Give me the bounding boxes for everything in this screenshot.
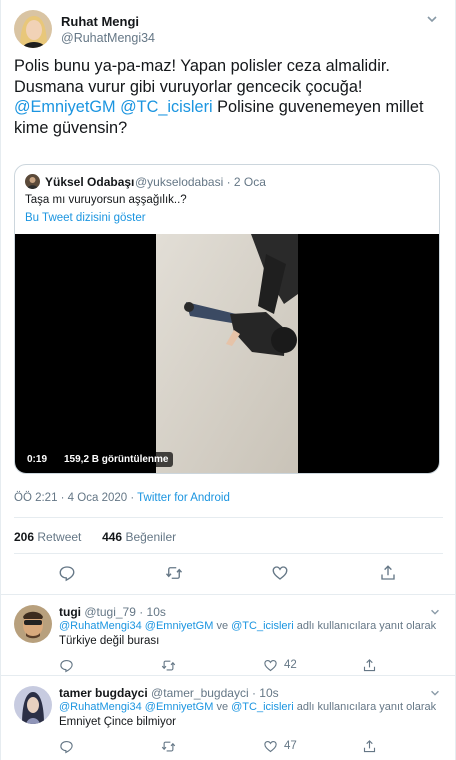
like-label: Beğeniler xyxy=(122,530,177,544)
reply-icon[interactable] xyxy=(58,564,76,582)
tweet-source[interactable]: Twitter for Android xyxy=(137,492,230,504)
reply-conj: ve xyxy=(213,701,232,713)
quoted-author-name: Yüksel Odabaşı xyxy=(45,175,135,189)
tweet-text-fragment: Polisine guvenemeyen millet xyxy=(212,98,424,116)
reply-avatar[interactable] xyxy=(14,686,52,724)
tweet-text-line: kime güvensin? xyxy=(14,118,128,137)
like-icon xyxy=(264,659,277,671)
reply-text: Emniyet Çince bilmiyor xyxy=(59,716,176,728)
video-frame xyxy=(156,234,298,473)
retweet-icon[interactable] xyxy=(161,738,176,754)
tweet-text-line: Polis bunu ya-pa-maz! Yapan polisler cez… xyxy=(14,57,390,75)
divider xyxy=(14,553,443,554)
divider xyxy=(14,517,443,518)
mention-link[interactable]: @EmniyetGM xyxy=(145,701,214,713)
mention-link[interactable]: @EmniyetGM xyxy=(145,620,214,632)
reply-header: tamer bugdayci @tamer_bugdayci · 10s xyxy=(59,686,279,700)
reply-text: Türkiye değil burası xyxy=(59,635,160,647)
like-icon[interactable] xyxy=(271,564,289,582)
reply-author-meta: @tugi_79 · 10s xyxy=(84,605,166,619)
reply-author-name[interactable]: tugi xyxy=(59,605,81,619)
replying-to: @RuhatMengi34 @EmniyetGM ve @TC_icisleri… xyxy=(59,620,436,632)
show-thread-link[interactable]: Bu Tweet dizisini göster xyxy=(25,212,146,224)
quoted-author-meta: @yukselodabasi · 2 Oca xyxy=(135,175,266,189)
reply-icon[interactable] xyxy=(59,657,74,673)
retweet-label: Retweet xyxy=(34,530,82,544)
tweet-stats: 206 Retweet 446 Beğeniler xyxy=(14,530,176,544)
tweet-detail-page: Ruhat Mengi @RuhatMengi34 Polis bunu ya-… xyxy=(0,0,456,760)
quoted-tweet[interactable]: Yüksel Odabaşı @yukselodabasi · 2 Oca Ta… xyxy=(14,164,440,474)
quoted-author-avatar xyxy=(25,174,40,189)
reply-author-meta: @tamer_bugdayci · 10s xyxy=(151,686,279,700)
timestamp-text[interactable]: ÖÖ 2:21 · 4 Oca 2020 · xyxy=(14,492,137,504)
author-name[interactable]: Ruhat Mengi xyxy=(61,14,139,29)
reply-author-name[interactable]: tamer bugdayci xyxy=(59,686,148,700)
reply-tweet[interactable]: tugi @tugi_79 · 10s @RuhatMengi34 @Emniy… xyxy=(1,594,456,678)
tweet-text-line: @EmniyetGM @TC_icisleri Polisine guvenem… xyxy=(14,97,442,118)
mention-link[interactable]: @RuhatMengi34 xyxy=(59,701,142,713)
reply-avatar[interactable] xyxy=(14,605,52,643)
mention-link[interactable]: @TC_icisleri xyxy=(231,701,294,713)
retweet-icon[interactable] xyxy=(165,564,183,582)
replying-to: @RuhatMengi34 @EmniyetGM ve @TC_icisleri… xyxy=(59,701,436,713)
reply-suffix: adlı kullanıcılara yanıt olarak xyxy=(293,701,437,713)
like-button[interactable]: 47 xyxy=(263,738,297,754)
share-icon[interactable] xyxy=(362,738,377,754)
reply-header: tugi @tugi_79 · 10s xyxy=(59,605,166,619)
tweet-text: Polis bunu ya-pa-maz! Yapan polisler cez… xyxy=(14,56,442,138)
mention-link[interactable]: @TC_icisleri xyxy=(120,98,213,116)
video-player[interactable]: 0:19 159,2 B görüntülenme xyxy=(15,234,439,473)
reply-conj: ve xyxy=(213,620,232,632)
mention-link[interactable]: @RuhatMengi34 xyxy=(59,620,142,632)
reply-icon[interactable] xyxy=(59,738,74,754)
tweet-header: Ruhat Mengi @RuhatMengi34 xyxy=(14,10,443,50)
like-count: 446 xyxy=(102,530,123,544)
like-button[interactable]: 42 xyxy=(263,657,297,673)
like-count: 42 xyxy=(284,659,297,671)
reply-tweet[interactable]: tamer bugdayci @tamer_bugdayci · 10s @Ru… xyxy=(1,675,456,759)
mention-link[interactable]: @TC_icisleri xyxy=(231,620,294,632)
retweet-icon[interactable] xyxy=(161,657,176,673)
author-avatar[interactable] xyxy=(14,10,52,48)
mention-link[interactable]: @EmniyetGM xyxy=(14,98,116,116)
chevron-down-icon[interactable] xyxy=(429,686,441,698)
chevron-down-icon[interactable] xyxy=(429,605,441,617)
reply-suffix: adlı kullanıcılara yanıt olarak xyxy=(293,620,437,632)
retweet-count: 206 xyxy=(14,530,35,544)
video-duration: 0:19 xyxy=(22,452,53,467)
author-handle[interactable]: @RuhatMengi34 xyxy=(61,31,155,45)
share-icon[interactable] xyxy=(362,657,377,673)
tweet-actions xyxy=(1,564,456,588)
like-count: 47 xyxy=(284,740,297,752)
like-icon xyxy=(264,740,277,752)
reply-actions: 42 xyxy=(59,657,439,675)
video-views: 159,2 B görüntülenme xyxy=(59,452,174,467)
retweets-stat[interactable]: 206 Retweet xyxy=(14,530,81,544)
tweet-timestamp: ÖÖ 2:21 · 4 Oca 2020 · Twitter for Andro… xyxy=(14,492,230,504)
chevron-down-icon[interactable] xyxy=(425,12,439,26)
quoted-tweet-text: Taşa mı vuruyorsun aşşağılık..? xyxy=(25,194,187,206)
share-icon[interactable] xyxy=(379,564,397,582)
tweet-text-line: Dusmana vurur gibi vuruyorlar gencecik ç… xyxy=(14,77,363,96)
reply-actions: 47 xyxy=(59,738,439,756)
likes-stat[interactable]: 446 Beğeniler xyxy=(102,530,176,544)
quoted-tweet-header: Yüksel Odabaşı @yukselodabasi · 2 Oca xyxy=(25,173,429,191)
